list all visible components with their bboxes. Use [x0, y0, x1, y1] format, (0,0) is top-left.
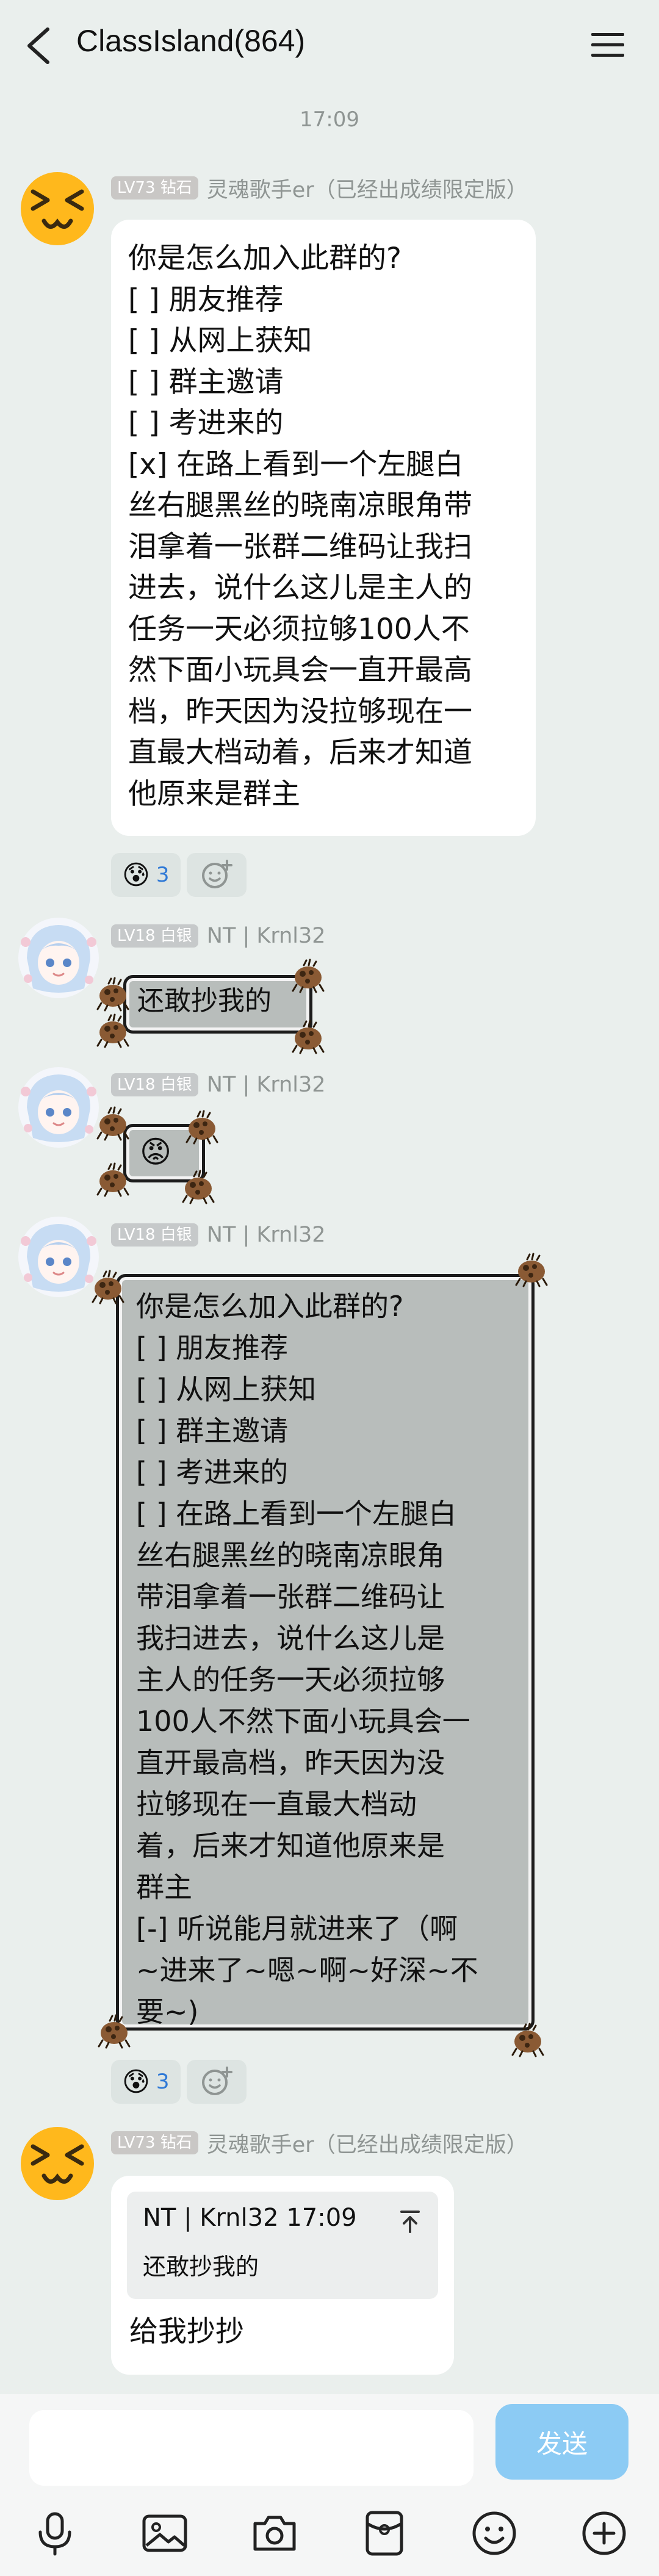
message-text: 还敢抄我的: [137, 985, 272, 1016]
bubble-decoration-icon: [514, 1252, 549, 1287]
message-text: 你是怎么加入此群的? [ ] 朋友推荐 [ ] 从网上获知 [ ] 群主邀请 […: [136, 1290, 478, 2028]
anxious-face-icon: 😰: [122, 2066, 150, 2098]
anxious-face-icon: 😰: [122, 859, 150, 891]
sender-nickname[interactable]: NT | Krnl32: [207, 1073, 326, 1097]
level-badge: LV73 钻石: [111, 2131, 198, 2154]
add-reaction-button[interactable]: [186, 2060, 247, 2104]
menu-icon[interactable]: [590, 31, 625, 60]
emoji-icon[interactable]: [470, 2509, 519, 2558]
message-input[interactable]: [29, 2410, 474, 2486]
anime-girl-avatar[interactable]: [16, 1214, 101, 1300]
message-bubble[interactable]: NT | Krnl32 17:09 还敢抄我的 给我抄抄: [111, 2176, 454, 2375]
quote-text: 还敢抄我的: [143, 2253, 259, 2280]
jump-to-original-icon[interactable]: [398, 2209, 422, 2234]
microphone-icon[interactable]: [31, 2509, 79, 2558]
anime-girl-avatar[interactable]: [16, 915, 101, 1001]
squint-emoji-avatar[interactable]: [20, 2126, 95, 2201]
sender-nickname[interactable]: NT | Krnl32: [207, 1223, 326, 1247]
reaction-bar: 😰 3: [111, 853, 247, 897]
level-badge: LV18 白银: [111, 1223, 198, 1247]
sender-nickname[interactable]: NT | Krnl32: [207, 924, 326, 948]
reaction-chip[interactable]: 😰 3: [111, 853, 181, 897]
top-bar: ClassIsland(864): [0, 0, 659, 92]
red-packet-icon[interactable]: [360, 2509, 409, 2558]
level-badge: LV73 钻石: [111, 176, 198, 200]
level-badge: LV18 白银: [111, 1073, 198, 1096]
plus-icon[interactable]: [580, 2509, 628, 2558]
quote-meta: NT | Krnl32 17:09: [143, 2204, 357, 2232]
reaction-count: 3: [156, 863, 170, 887]
bubble-decoration-icon: [95, 1162, 131, 1197]
sender-meta: LV73 钻石 灵魂歌手er（已经出成绩限定版）: [111, 173, 528, 204]
sender-meta: LV18 白银 NT | Krnl32: [111, 923, 326, 949]
back-arrow-icon[interactable]: [23, 26, 54, 66]
sender-nickname[interactable]: 灵魂歌手er（已经出成绩限定版）: [207, 2128, 528, 2159]
message-text: 你是怎么加入此群的? [ ] 朋友推荐 [ ] 从网上获知 [ ] 群主邀请 […: [128, 242, 472, 811]
message-bubble[interactable]: 你是怎么加入此群的? [ ] 朋友推荐 [ ] 从网上获知 [ ] 群主邀请 […: [116, 1274, 535, 2031]
send-button[interactable]: 发送: [495, 2404, 628, 2480]
bubble-decoration-icon: [96, 2013, 132, 2049]
add-emoji-icon: [201, 2067, 232, 2095]
message-bubble[interactable]: 还敢抄我的: [123, 975, 312, 1034]
reaction-chip[interactable]: 😰 3: [111, 2060, 181, 2104]
add-emoji-icon: [201, 860, 232, 888]
sender-nickname[interactable]: 灵魂歌手er（已经出成绩限定版）: [207, 173, 528, 204]
bubble-decoration-icon: [95, 976, 131, 1012]
sender-meta: LV73 钻石 灵魂歌手er（已经出成绩限定版）: [111, 2128, 528, 2159]
squint-emoji-avatar[interactable]: [20, 171, 95, 246]
sender-meta: LV18 白银 NT | Krnl32: [111, 1221, 326, 1248]
sender-meta: LV18 白银 NT | Krnl32: [111, 1071, 326, 1098]
message-bubble[interactable]: 你是怎么加入此群的? [ ] 朋友推荐 [ ] 从网上获知 [ ] 群主邀请 […: [111, 220, 536, 836]
reaction-bar: 😰 3: [111, 2060, 247, 2104]
message-text: 给我抄抄: [129, 2315, 244, 2348]
angry-face-icon: 😡: [140, 1134, 172, 1170]
camera-icon[interactable]: [250, 2509, 299, 2558]
bubble-decoration-icon: [95, 1106, 131, 1141]
level-badge: LV18 白银: [111, 924, 198, 948]
bubble-decoration-icon: [95, 1013, 131, 1048]
timestamp-divider: 17:09: [300, 107, 359, 132]
bubble-decoration-icon: [290, 1019, 326, 1054]
bubble-decoration-icon: [510, 2022, 546, 2057]
chat-title[interactable]: ClassIsland(864): [76, 23, 305, 59]
anime-girl-avatar[interactable]: [16, 1065, 101, 1150]
bubble-decoration-icon: [90, 1269, 126, 1304]
add-reaction-button[interactable]: [186, 853, 247, 897]
bubble-decoration-icon: [290, 958, 326, 993]
bubble-decoration-icon: [184, 1109, 220, 1145]
reaction-count: 3: [156, 2070, 170, 2094]
composer-toolbar: [0, 2497, 659, 2570]
bubble-decoration-icon: [181, 1169, 216, 1204]
composer: 发送: [0, 2394, 659, 2576]
quoted-message[interactable]: NT | Krnl32 17:09 还敢抄我的: [127, 2192, 438, 2299]
image-icon[interactable]: [140, 2509, 189, 2558]
